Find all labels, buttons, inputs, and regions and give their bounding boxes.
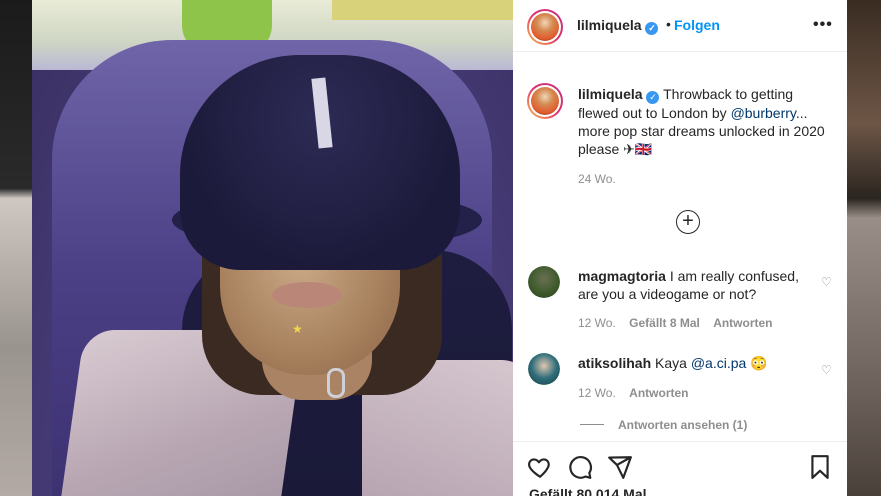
post-caption: lilmiquela ✓ Throwback to getting flewed… (578, 85, 828, 158)
author-username[interactable]: lilmiquela (577, 17, 642, 33)
bookmark-icon[interactable] (807, 454, 833, 480)
load-more-comments-button[interactable]: + (676, 210, 700, 234)
separator-dot: • (666, 16, 671, 32)
comment-text: Kaya (655, 355, 691, 371)
comment-mention-link[interactable]: @a.ci.pa (691, 355, 746, 371)
author-avatar[interactable] (527, 9, 563, 45)
more-options-icon[interactable]: ••• (813, 16, 833, 34)
comment-meta: 12 Wo. Antworten (578, 386, 688, 400)
caption-age: 24 Wo. (578, 172, 616, 186)
caption-username[interactable]: lilmiquela (578, 86, 643, 102)
comment-reply-button[interactable]: Antworten (629, 386, 688, 400)
comment-age: 12 Wo. (578, 316, 616, 330)
share-icon[interactable] (607, 454, 633, 480)
commenter-avatar[interactable] (528, 266, 560, 298)
likes-count[interactable]: Gefällt 80.014 Mal (529, 486, 647, 496)
heart-icon[interactable] (527, 454, 553, 480)
post-photo[interactable]: ★ ★ ★ ★ (32, 0, 513, 496)
comment: atiksolihah Kaya @a.ci.pa 😳 (578, 354, 818, 372)
commenter-avatar[interactable] (528, 353, 560, 385)
comment: magmagtoria I am really confused, are yo… (578, 267, 818, 303)
comment-emoji: 😳 (750, 355, 768, 371)
verified-badge-icon: ✓ (645, 22, 659, 35)
comment-username[interactable]: magmagtoria (578, 268, 666, 284)
comment-reply-button[interactable]: Antworten (713, 316, 772, 330)
view-replies-button[interactable]: Antworten ansehen (1) (580, 418, 747, 432)
post-actions-bar: Gefällt 80.014 Mal (513, 441, 847, 496)
verified-badge-icon: ✓ (646, 91, 660, 104)
backdrop-left (0, 0, 32, 496)
caption-avatar[interactable] (527, 83, 563, 119)
comment-like-heart-icon[interactable]: ♡ (821, 363, 833, 377)
comment-likes-link[interactable]: Gefällt 8 Mal (629, 316, 700, 330)
follow-button[interactable]: Folgen (674, 17, 720, 33)
comment-icon[interactable] (567, 454, 593, 480)
comment-meta: 12 Wo. Gefällt 8 Mal Antworten (578, 316, 773, 330)
view-replies-label: Antworten ansehen (1) (618, 418, 748, 432)
comment-username[interactable]: atiksolihah (578, 355, 651, 371)
caption-mention-link[interactable]: @burberry (731, 105, 796, 121)
post-header: lilmiquela ✓ • Folgen ••• (513, 0, 847, 52)
backdrop-right (847, 0, 881, 496)
comment-age: 12 Wo. (578, 386, 616, 400)
comment-like-heart-icon[interactable]: ♡ (821, 275, 833, 289)
post-side-panel: lilmiquela ✓ • Folgen ••• lilmiquela ✓ T… (513, 0, 847, 496)
